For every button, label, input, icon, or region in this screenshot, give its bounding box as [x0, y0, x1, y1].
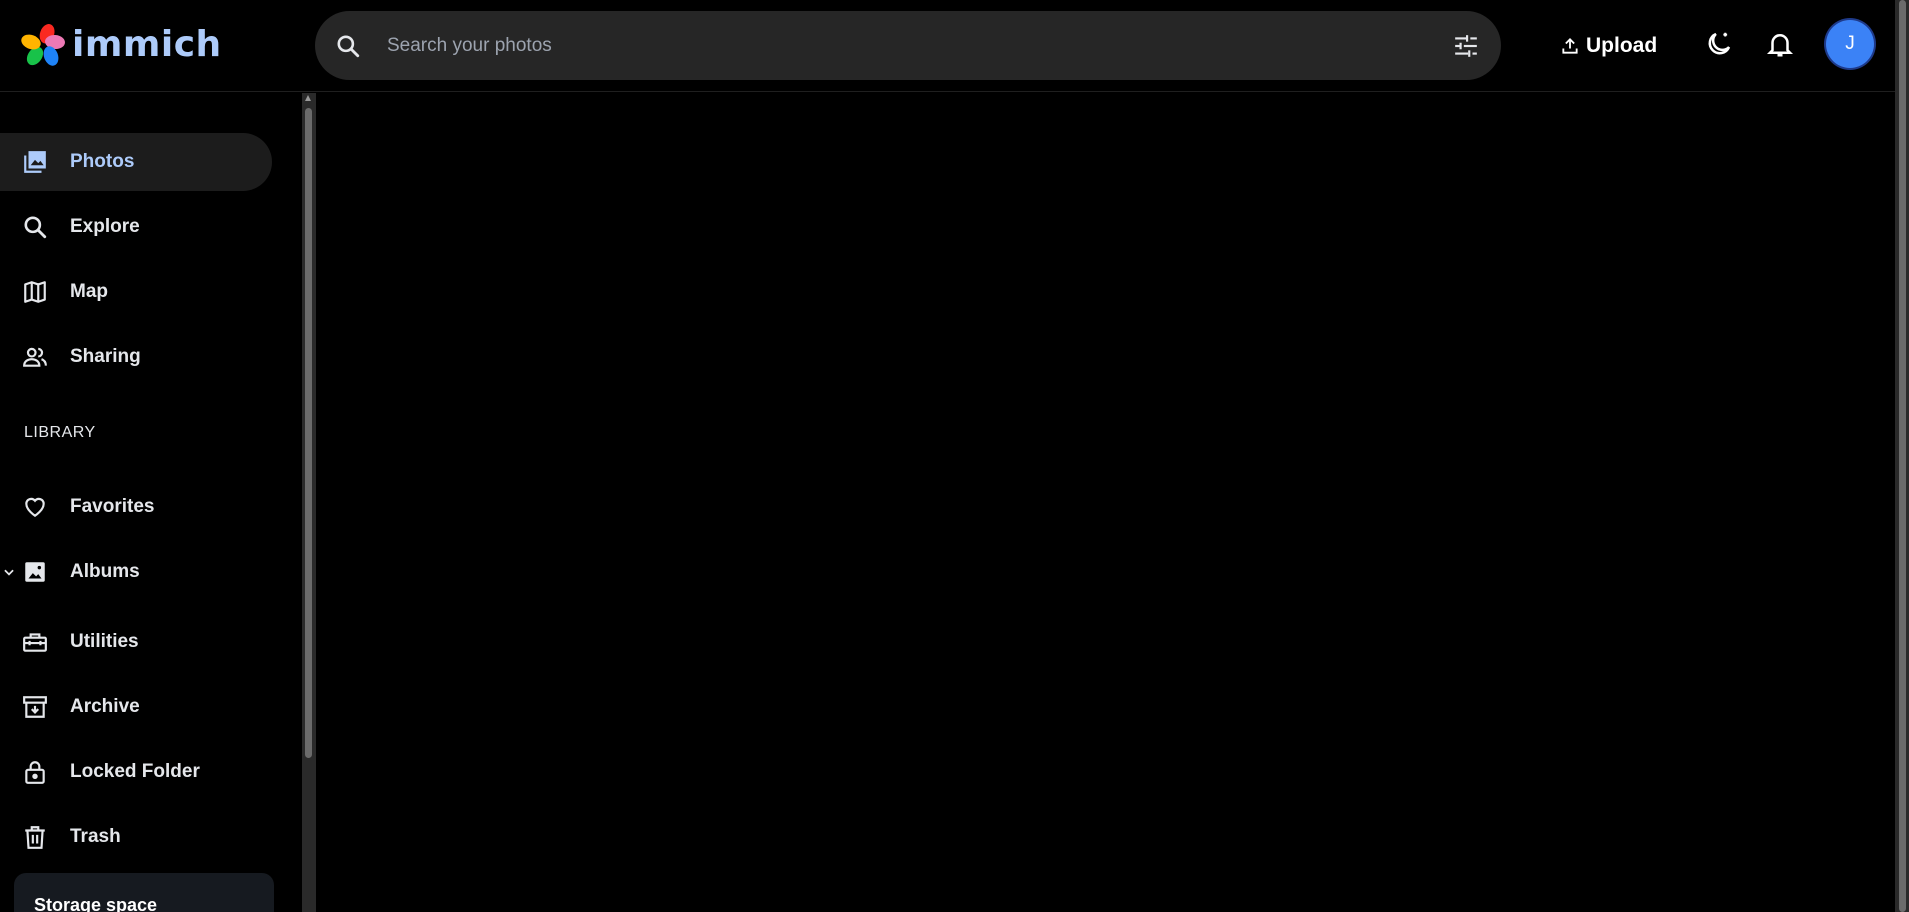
search-icon[interactable]	[335, 33, 361, 64]
sidebar-item-label: Map	[70, 281, 108, 302]
search-bar[interactable]	[315, 11, 1501, 80]
upload-icon	[1562, 38, 1578, 54]
people-icon	[22, 344, 48, 370]
page-scrollbar-thumb[interactable]	[1899, 0, 1906, 912]
sidebar-item-label: Explore	[70, 216, 140, 237]
map-icon	[22, 279, 48, 305]
sidebar: Photos Explore Map Sharing LIBRARY Favor…	[0, 93, 300, 912]
sidebar-item-explore[interactable]: Explore	[0, 198, 272, 256]
search-icon	[22, 214, 48, 240]
photos-icon	[22, 149, 48, 175]
upload-label: Upload	[1586, 34, 1658, 57]
storage-space-label: Storage space	[34, 895, 158, 912]
sidebar-item-label: Favorites	[70, 496, 155, 517]
theme-toggle-icon[interactable]	[1704, 29, 1734, 64]
sidebar-item-albums[interactable]: Albums	[0, 543, 272, 601]
sidebar-item-trash[interactable]: Trash	[0, 808, 272, 866]
scroll-up-arrow-icon[interactable]	[305, 95, 311, 101]
avatar[interactable]: J	[1826, 20, 1874, 68]
sidebar-item-label: Photos	[70, 151, 135, 172]
bell-icon[interactable]	[1765, 29, 1795, 64]
sidebar-item-map[interactable]: Map	[0, 263, 272, 321]
search-input[interactable]	[385, 23, 1389, 69]
sidebar-item-label: Albums	[70, 561, 140, 582]
sidebar-item-sharing[interactable]: Sharing	[0, 328, 272, 386]
sidebar-item-utilities[interactable]: Utilities	[0, 613, 272, 671]
immich-logo[interactable]: immich	[20, 22, 222, 68]
album-icon	[22, 559, 48, 585]
sidebar-item-label: Sharing	[70, 346, 141, 367]
heart-icon	[22, 494, 48, 520]
trash-icon	[22, 824, 48, 850]
upload-button[interactable]: Upload	[1560, 26, 1657, 66]
sidebar-item-label: Locked Folder	[70, 761, 200, 782]
sidebar-item-label: Archive	[70, 696, 140, 717]
tune-icon[interactable]	[1453, 33, 1479, 64]
library-section-label: LIBRARY	[24, 424, 96, 441]
sidebar-item-archive[interactable]: Archive	[0, 678, 272, 736]
sidebar-item-locked-folder[interactable]: Locked Folder	[0, 743, 272, 801]
chevron-down-icon[interactable]	[2, 565, 16, 584]
archive-icon	[22, 694, 48, 720]
toolbox-icon	[22, 629, 48, 655]
lock-icon	[22, 759, 48, 785]
photo-timeline	[316, 93, 1909, 912]
storage-space-panel: Storage space	[14, 873, 274, 912]
sidebar-item-favorites[interactable]: Favorites	[0, 478, 272, 536]
sidebar-item-label: Trash	[70, 826, 121, 847]
app-name: immich	[72, 24, 222, 65]
immich-logo-icon	[21, 24, 65, 66]
sidebar-scrollbar-thumb[interactable]	[305, 108, 312, 758]
sidebar-item-label: Utilities	[70, 631, 139, 652]
sidebar-item-photos[interactable]: Photos	[0, 133, 272, 191]
app-header: immich Upload J	[0, 0, 1909, 92]
